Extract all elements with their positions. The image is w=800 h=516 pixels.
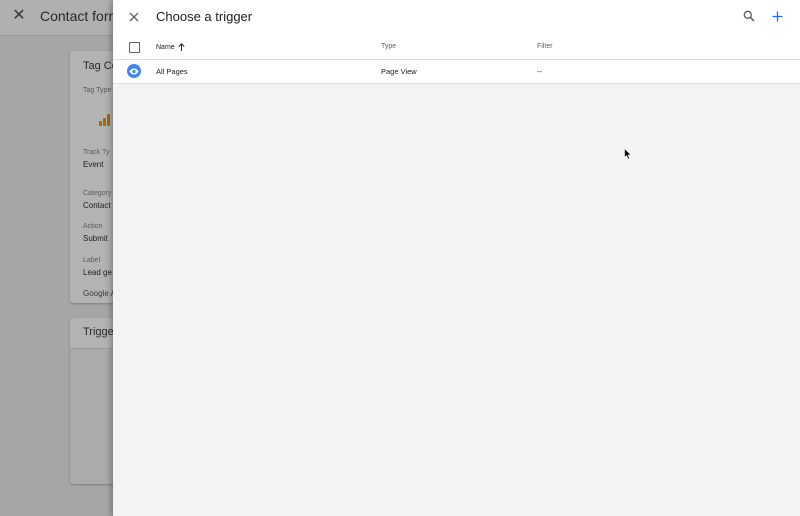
analytics-icon [99,114,113,126]
eye-icon [127,64,141,78]
search-icon [743,10,755,22]
action-label: Action [83,223,103,230]
table-header: Name Type Filter [113,35,800,60]
label-label: Label [83,257,101,264]
choose-trigger-panel: Choose a trigger Name Type Filter All Pa… [113,0,800,516]
arrow-up-icon [178,43,185,51]
select-all-checkbox[interactable] [129,42,140,53]
track-type-value: Event [83,160,104,169]
trigger-table: Name Type Filter All Pages Page View -- [113,35,800,84]
column-header-filter: Filter [537,43,553,50]
close-icon [129,12,139,22]
track-type-label: Track Ty [83,149,110,156]
add-trigger-button[interactable] [768,7,786,25]
background-close-icon: ✕ [12,7,26,24]
add-icon [772,11,782,21]
category-label: Category [83,190,112,197]
panel-title: Choose a trigger [156,9,253,24]
column-name-label: Name [156,43,175,51]
google-analytics-settings-label: Google A [83,289,116,298]
column-header-type: Type [381,43,397,50]
table-row[interactable]: All Pages Page View -- [113,60,800,84]
panel-header: Choose a trigger [113,0,800,35]
trigger-filter: -- [537,67,542,76]
trigger-type: Page View [381,67,417,76]
trigger-name: All Pages [156,67,188,76]
label-value: Lead ge [83,268,112,277]
action-value: Submit [83,234,108,243]
search-button[interactable] [740,7,758,25]
column-header-name[interactable]: Name [156,43,185,51]
category-value: Contact [83,201,111,210]
tag-type-label: Tag Type [83,87,112,94]
mouse-cursor-icon [624,148,632,160]
background-title: Contact form [40,8,121,24]
close-button[interactable] [125,8,143,26]
